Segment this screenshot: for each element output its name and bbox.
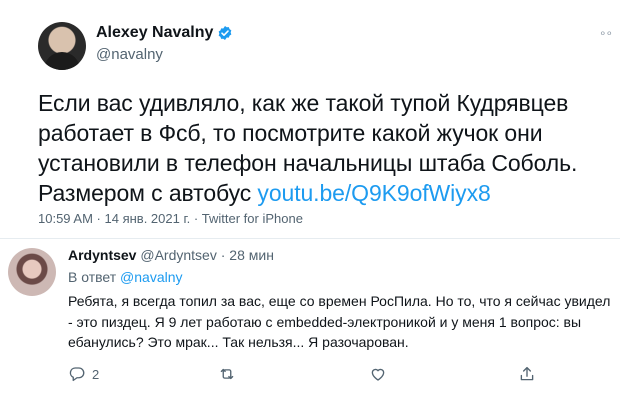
like-icon (371, 368, 385, 381)
reply-header: Ardyntsev @Ardyntsev · 28 мин (68, 247, 274, 263)
verified-badge-icon (219, 26, 232, 40)
meta-separator: · (92, 211, 105, 226)
reply-to-handle[interactable]: @navalny (120, 269, 182, 285)
meta-separator: · (190, 211, 202, 226)
tweet-time[interactable]: 10:59 AM (38, 211, 93, 226)
retweet-icon (220, 368, 234, 380)
tweet-source[interactable]: Twitter for iPhone (202, 211, 303, 226)
reply-time[interactable]: 28 мин (229, 247, 274, 263)
more-icon[interactable]: ∘∘ (599, 26, 613, 40)
share-button[interactable] (518, 362, 536, 386)
reply-separator: · (220, 247, 226, 263)
reply-author-handle[interactable]: @Ardyntsev (140, 247, 216, 263)
tweet-link[interactable]: youtu.be/Q9K9ofWiyx8 (257, 180, 490, 206)
author-handle[interactable]: @navalny (96, 46, 163, 63)
reply-text: Ребята, я всегда топил за вас, еще со вр… (68, 293, 611, 350)
main-tweet: Alexey Navalny @navalny ∘∘ Если вас удив… (0, 0, 620, 238)
reply-actions: 2 (0, 362, 620, 386)
share-icon (520, 366, 534, 381)
tweet-date[interactable]: 14 янв. 2021 г. (105, 211, 191, 226)
reply-avatar[interactable] (8, 248, 56, 296)
reply-tweet[interactable]: Ardyntsev @Ardyntsev · 28 мин В ответ @n… (0, 239, 620, 413)
reply-to: В ответ @navalny (68, 269, 183, 285)
tweet-text: Если вас удивляло, как же такой тупой Ку… (38, 88, 598, 208)
retweet-button[interactable] (218, 362, 236, 386)
reply-icon (69, 367, 85, 382)
author-avatar[interactable] (38, 22, 86, 70)
reply-count: 2 (92, 366, 100, 382)
reply-author-name[interactable]: Ardyntsev (68, 247, 136, 263)
reply-button[interactable]: 2 (68, 362, 99, 386)
like-button[interactable] (369, 362, 387, 386)
tweet-meta: 10:59 AM · 14 янв. 2021 г. · Twitter for… (38, 211, 303, 226)
author-name[interactable]: Alexey Navalny (96, 24, 213, 42)
author-name-row[interactable]: Alexey Navalny (96, 24, 233, 42)
reply-to-prefix: В ответ (68, 269, 121, 285)
